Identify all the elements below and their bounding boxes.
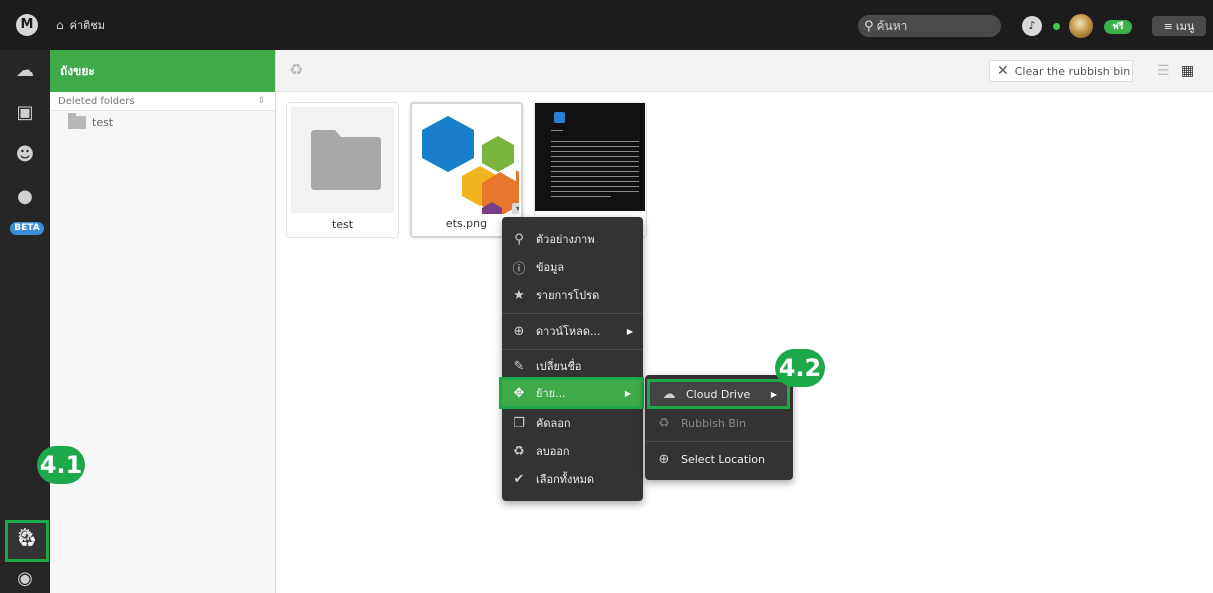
top-bar: M ⌂ ค่าติชม ⚲ ค้นหา ♪ ฟรี ≡ เมนู [0,0,1213,50]
menu-item-label: รายการโปรด [536,289,600,302]
menu-item-label: ดาวน์โหลด... [536,325,601,338]
menu-item-label: คัดลอก [536,417,571,430]
menu-item-info[interactable]: ⓘ ข้อมูล [502,253,643,281]
search-input[interactable]: ⚲ ค้นหา [858,15,1001,37]
submenu-item-label: Rubbish Bin [681,416,746,430]
menu-item-label: ย้าย... [536,387,566,400]
search-icon: ⚲ [864,18,874,34]
menu-item-label: ข้อมูล [536,261,565,274]
transfers-icon[interactable]: ◉ [14,568,36,590]
menu-item-label: เลือกทั้งหมด [536,473,595,486]
tree-panel: ถังขยะ Deleted folders ⇕ test [50,50,276,593]
tree-item[interactable]: test [68,113,114,129]
target-icon: ⊕ [658,451,670,467]
menu-item-label: ตัวอย่างภาพ [536,233,595,246]
grid-view-icon[interactable]: ▦ [1181,63,1194,79]
mega-logo[interactable]: M [16,14,38,36]
menu-item-favourite[interactable]: ★ รายการโปรด [502,281,643,309]
file-card-label: test [331,218,354,231]
menu-divider [645,441,793,442]
menu-item-copy[interactable]: ❐ คัดลอก [502,409,643,437]
breadcrumb-label[interactable]: ค่าติชม [70,16,105,34]
menu-item-download[interactable]: ⊕ ดาวน์โหลด... ▶ [502,317,643,345]
file-card-folder[interactable]: test [286,102,399,238]
clear-rubbish-bin-label: Clear the rubbish bin [1014,64,1131,78]
menu-item-label: เปลี่ยนชื่อ [536,360,582,373]
home-icon[interactable]: ⌂ [56,18,64,32]
star-icon: ★ [513,287,525,303]
menu-button[interactable]: ≡ เมนู [1152,16,1206,36]
free-plan-badge[interactable]: ฟรี [1104,20,1132,34]
info-icon: ⓘ [512,261,526,277]
search-placeholder: ค้นหา [876,18,908,33]
search-icon: ⚲ [514,231,524,247]
menu-item-label: ลบออก [536,445,570,458]
check-icon: ✔ [513,471,525,487]
folder-thumbnail [291,107,394,213]
online-status-dot [1053,23,1060,30]
move-submenu: ☁ Cloud Drive ▶ ♻ Rubbish Bin ⊕ Select L… [645,375,793,480]
tree-header: ถังขยะ [50,50,275,92]
avatar[interactable] [1069,14,1093,38]
hamburger-icon: ≡ [1163,19,1173,33]
copy-icon: ❐ [513,415,525,431]
menu-item-select-all[interactable]: ✔ เลือกทั้งหมด [502,465,643,493]
recycle-icon: ♻ [513,443,525,459]
chevron-down-icon[interactable]: ▾ [512,203,519,214]
settings-gear-icon[interactable]: ⚙ [14,525,36,547]
main-header: ♻ ✕ Clear the rubbish bin ☰ ▦ [277,50,1213,92]
menu-label: เมนู [1175,20,1195,33]
image-thumbnail: ▾ [416,108,519,214]
menu-divider [502,349,643,350]
chat-icon[interactable]: ● [14,186,36,208]
contacts-card-icon[interactable]: ▣ [14,102,36,124]
menu-item-remove[interactable]: ♻ ลบออก [502,437,643,465]
context-menu: ⚲ ตัวอย่างภาพ ⓘ ข้อมูล ★ รายการโปรด ⊕ ดา… [499,217,644,501]
deleted-folders-label: Deleted folders [58,96,135,107]
deleted-folders-header[interactable]: Deleted folders ⇕ [50,92,275,111]
step-callout-4-1: 4.1 [37,446,85,484]
beta-badge: BETA [10,222,44,235]
document-thumbnail [535,103,645,211]
recycle-icon: ♻ [289,60,304,79]
step-callout-4-2: 4.2 [775,349,825,387]
submenu-item-cloud-drive[interactable]: ☁ Cloud Drive ▶ [647,379,790,409]
menu-divider [502,313,643,314]
pencil-icon: ✎ [513,358,525,374]
app-icon [554,112,565,123]
menu-item-preview[interactable]: ⚲ ตัวอย่างภาพ [502,225,643,253]
sort-icon[interactable]: ⇕ [257,92,265,111]
submenu-item-select-location[interactable]: ⊕ Select Location [645,444,793,474]
tree-item-label: test [92,116,114,129]
chevron-right-icon: ▶ [770,389,777,399]
notification-bell-icon[interactable]: ♪ [1022,16,1042,36]
cloud-icon: ☁ [662,386,676,402]
recycle-icon: ♻ [658,415,670,431]
left-rail: ☁ ▣ ☻ ● BETA ♻ ⚙ ◉ [0,50,50,593]
hexagon-logo-image [422,116,519,214]
folder-icon [68,113,86,129]
list-view-icon[interactable]: ☰ [1157,63,1170,79]
menu-item-rename[interactable]: ✎ เปลี่ยนชื่อ [502,352,643,380]
submenu-item-label: Select Location [681,452,765,466]
cloud-drive-icon[interactable]: ☁ [14,60,36,82]
breadcrumb: ⌂ ค่าติชม [56,16,105,34]
menu-item-move[interactable]: ✥ ย้าย... ▶ [499,377,644,409]
chevron-right-icon: ▶ [624,388,631,398]
clear-rubbish-bin-button[interactable]: ✕ Clear the rubbish bin [989,60,1133,82]
move-icon: ✥ [513,385,525,401]
download-icon: ⊕ [513,323,525,339]
folder-icon [311,130,381,190]
close-icon: ✕ [997,63,1009,79]
submenu-item-rubbish-bin: ♻ Rubbish Bin [645,408,793,438]
shared-users-icon[interactable]: ☻ [14,144,36,166]
submenu-item-label: Cloud Drive [686,387,751,401]
chevron-right-icon: ▶ [626,326,633,336]
